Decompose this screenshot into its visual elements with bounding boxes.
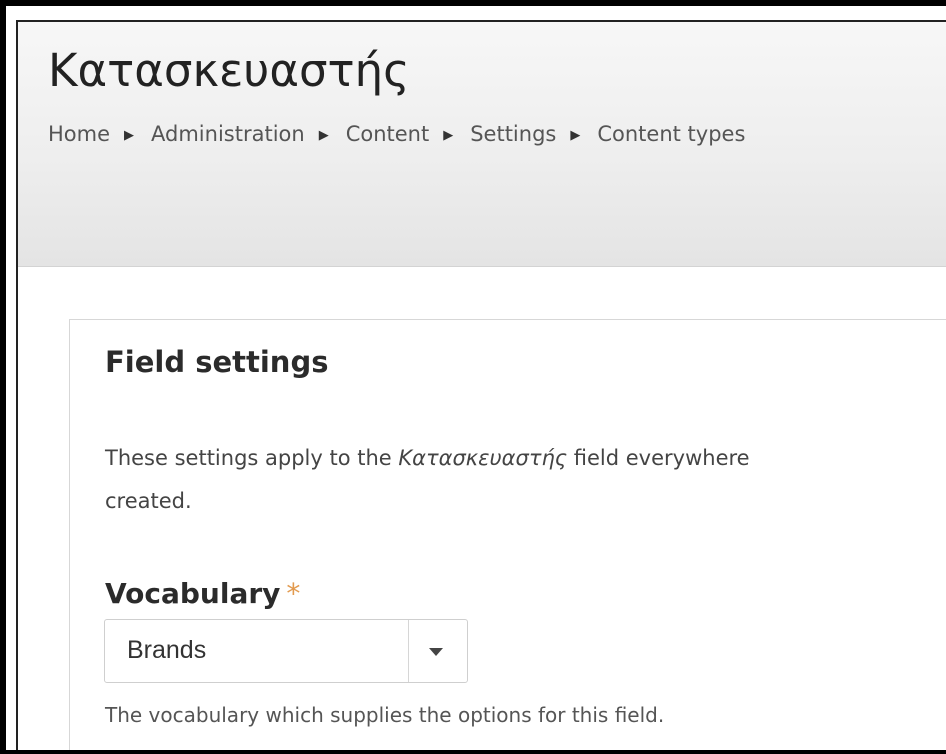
page-header: Κατασκευαστής Home ▶ Administration ▶ Conten…: [18, 22, 946, 267]
description-field-name: Κατασκευαστής: [398, 446, 568, 470]
chevron-down-icon[interactable]: [429, 648, 443, 656]
vocabulary-label-text: Vocabulary: [105, 577, 281, 610]
description-line2: created.: [105, 489, 192, 513]
select-divider: [408, 620, 409, 682]
vocabulary-selected-value: Brands: [127, 636, 207, 664]
required-marker: *: [286, 577, 301, 610]
field-settings-heading: Field settings: [105, 345, 329, 379]
vocabulary-help-text: The vocabulary which supplies the option…: [105, 703, 665, 727]
page-title: Κατασκευαστής: [48, 44, 410, 97]
triangle-right-icon: ▶: [570, 128, 581, 143]
breadcrumb-administration[interactable]: Administration: [151, 122, 305, 146]
breadcrumb-settings[interactable]: Settings: [470, 122, 556, 146]
description-suffix: field everywhere: [567, 446, 750, 470]
field-settings-panel: Field settings These settings apply to t…: [69, 319, 946, 750]
vocabulary-select[interactable]: Brands: [104, 619, 468, 683]
triangle-right-icon: ▶: [318, 128, 329, 143]
breadcrumb: Home ▶ Administration ▶ Content ▶ Settings ▶ Con…: [48, 122, 745, 146]
triangle-right-icon: ▶: [443, 128, 454, 143]
breadcrumb-home[interactable]: Home: [48, 122, 110, 146]
breadcrumb-content[interactable]: Content: [346, 122, 430, 146]
window-frame: Κατασκευαστής Home ▶ Administration ▶ Conten…: [0, 0, 946, 754]
breadcrumb-content-types[interactable]: Content types: [597, 122, 745, 146]
description-prefix: These settings apply to the: [105, 446, 399, 470]
vocabulary-label: Vocabulary *: [105, 577, 300, 610]
field-settings-description: These settings apply to the Κατασκευαστή…: [105, 437, 946, 523]
triangle-right-icon: ▶: [124, 128, 135, 143]
